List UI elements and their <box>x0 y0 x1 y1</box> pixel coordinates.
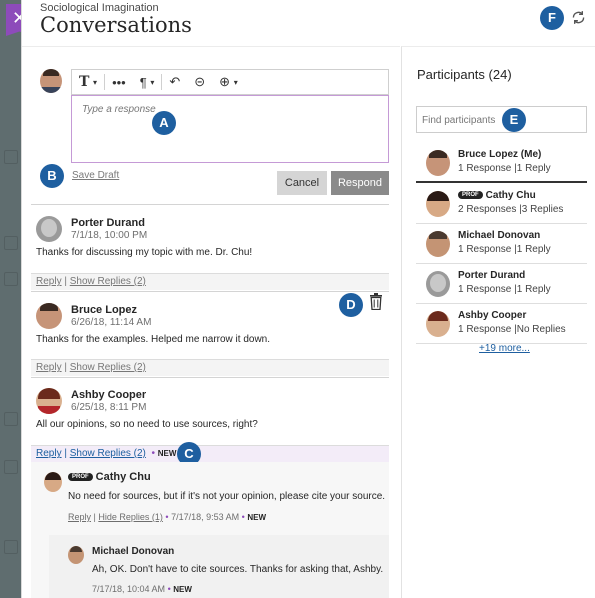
refresh-icon[interactable] <box>570 9 587 26</box>
paragraph-icon[interactable]: ¶ ▾ <box>133 70 162 94</box>
reply-meta: 7/17/18, 10:04 AM • NEW <box>92 584 192 594</box>
avatar <box>36 216 62 242</box>
participant-counts: 2 Responses |3 Replies <box>458 204 564 215</box>
cancel-button[interactable]: Cancel <box>277 171 327 195</box>
participant-name: Michael Donovan <box>458 230 541 241</box>
reply-author: PROF Cathy Chu <box>68 471 151 483</box>
participant-name: Bruce Lopez (Me) <box>458 149 542 160</box>
background-icon <box>4 412 18 426</box>
participants-panel: Participants (24) Find participants E Br… <box>401 46 595 598</box>
post-author: Ashby Cooper <box>71 389 147 401</box>
new-badge: NEW <box>247 513 266 522</box>
background-icon <box>4 150 18 164</box>
reply-link[interactable]: Reply <box>36 362 62 373</box>
participant-name: Porter Durand <box>458 270 526 281</box>
callout-a: A <box>152 111 176 135</box>
participant-row[interactable]: Michael Donovan 1 Response |1 Reply <box>416 224 587 264</box>
callout-e: E <box>502 108 526 132</box>
post-actions: Reply | Show Replies (2) <box>31 273 389 290</box>
page-title: Conversations <box>40 13 192 37</box>
post-body: All our opinions, so no need to use sour… <box>36 419 258 430</box>
divider <box>31 377 389 378</box>
participant-counts: 1 Response |1 Reply <box>458 163 551 174</box>
post-body: Thanks for the examples. Helped me narro… <box>36 334 270 345</box>
response-input[interactable]: Type a response <box>71 95 389 163</box>
reply-body: No need for sources, but if it's not you… <box>68 491 386 502</box>
background-icon <box>4 460 18 474</box>
post-author: Porter Durand <box>71 217 145 229</box>
divider <box>31 204 389 205</box>
participants-title: Participants (24) <box>417 67 512 82</box>
save-draft-link[interactable]: Save Draft <box>72 170 119 181</box>
callout-d: D <box>339 293 363 317</box>
prof-badge: PROF <box>68 473 93 482</box>
background-course-strip <box>0 0 21 598</box>
respond-button[interactable]: Respond <box>331 171 389 195</box>
show-replies-link[interactable]: Show Replies (2) <box>70 448 146 459</box>
post-date: 6/26/18, 11:14 AM <box>71 317 152 328</box>
post-actions: Reply | Show Replies (2) • NEW <box>31 445 389 462</box>
participant-row[interactable]: PROF Cathy Chu 2 Responses |3 Replies <box>416 184 587 224</box>
reply-link[interactable]: Reply <box>68 512 91 522</box>
new-badge: NEW <box>173 585 192 594</box>
post-body: Thanks for discussing my topic with me. … <box>36 247 253 258</box>
undo-icon[interactable]: ↶ <box>162 70 187 94</box>
conversations-panel: Sociological Imagination Conversations F… <box>21 0 595 598</box>
background-icon <box>4 236 18 250</box>
conversation-column: T ▾ ••• ¶ ▾ ↶ ⊝ ⊕ ▾ Type a response A B … <box>22 46 400 598</box>
participant-row[interactable]: Ashby Cooper 1 Response |No Replies <box>416 304 587 344</box>
trash-icon[interactable] <box>369 293 383 310</box>
avatar <box>426 191 450 217</box>
reply-link[interactable]: Reply <box>36 448 62 459</box>
post-date: 6/25/18, 8:11 PM <box>71 402 147 413</box>
avatar <box>426 150 450 176</box>
participant-row[interactable]: Porter Durand 1 Response |1 Reply <box>416 264 587 304</box>
reply-actions: Reply | Hide Replies (1) • 7/17/18, 9:53… <box>68 512 266 522</box>
reply-body: Ah, OK. Don't have to cite sources. Than… <box>92 564 384 575</box>
post-date: 7/1/18, 10:00 PM <box>71 230 148 241</box>
participant-name: PROF Cathy Chu <box>458 190 536 201</box>
prof-badge: PROF <box>458 191 483 200</box>
background-icon <box>4 540 18 554</box>
show-replies-link[interactable]: Show Replies (2) <box>70 362 146 373</box>
avatar <box>36 303 62 329</box>
avatar <box>36 388 62 414</box>
avatar <box>426 231 450 257</box>
show-replies-link[interactable]: Show Replies (2) <box>70 276 146 287</box>
participant-counts: 1 Response |1 Reply <box>458 244 551 255</box>
stage: ✕ Sociological Imagination Conversations… <box>0 0 595 598</box>
avatar <box>426 271 450 297</box>
reply-link[interactable]: Reply <box>36 276 62 287</box>
insert-icon[interactable]: ⊕ ▾ <box>212 70 245 94</box>
text-format-icon[interactable]: T ▾ <box>72 70 104 94</box>
participant-counts: 1 Response |No Replies <box>458 324 566 335</box>
more-icon[interactable]: ••• <box>105 70 133 94</box>
editor-toolbar: T ▾ ••• ¶ ▾ ↶ ⊝ ⊕ ▾ <box>71 69 389 95</box>
link-icon[interactable]: ⊝ <box>187 70 212 94</box>
participant-name: Ashby Cooper <box>458 310 527 321</box>
avatar <box>68 546 84 564</box>
avatar <box>44 472 62 492</box>
hide-replies-link[interactable]: Hide Replies (1) <box>98 512 163 522</box>
participant-counts: 1 Response |1 Reply <box>458 284 551 295</box>
reply-author: Michael Donovan <box>92 546 175 557</box>
post-actions: Reply | Show Replies (2) <box>31 359 389 376</box>
callout-f: F <box>540 6 564 30</box>
participant-row[interactable]: Bruce Lopez (Me) 1 Response |1 Reply <box>416 143 587 183</box>
avatar <box>426 311 450 337</box>
more-participants-link[interactable]: +19 more... <box>479 343 530 354</box>
avatar <box>40 69 62 93</box>
post-author: Bruce Lopez <box>71 304 138 316</box>
background-icon <box>4 272 18 286</box>
divider <box>31 291 389 292</box>
callout-b: B <box>40 164 64 188</box>
new-badge: NEW <box>157 449 177 458</box>
